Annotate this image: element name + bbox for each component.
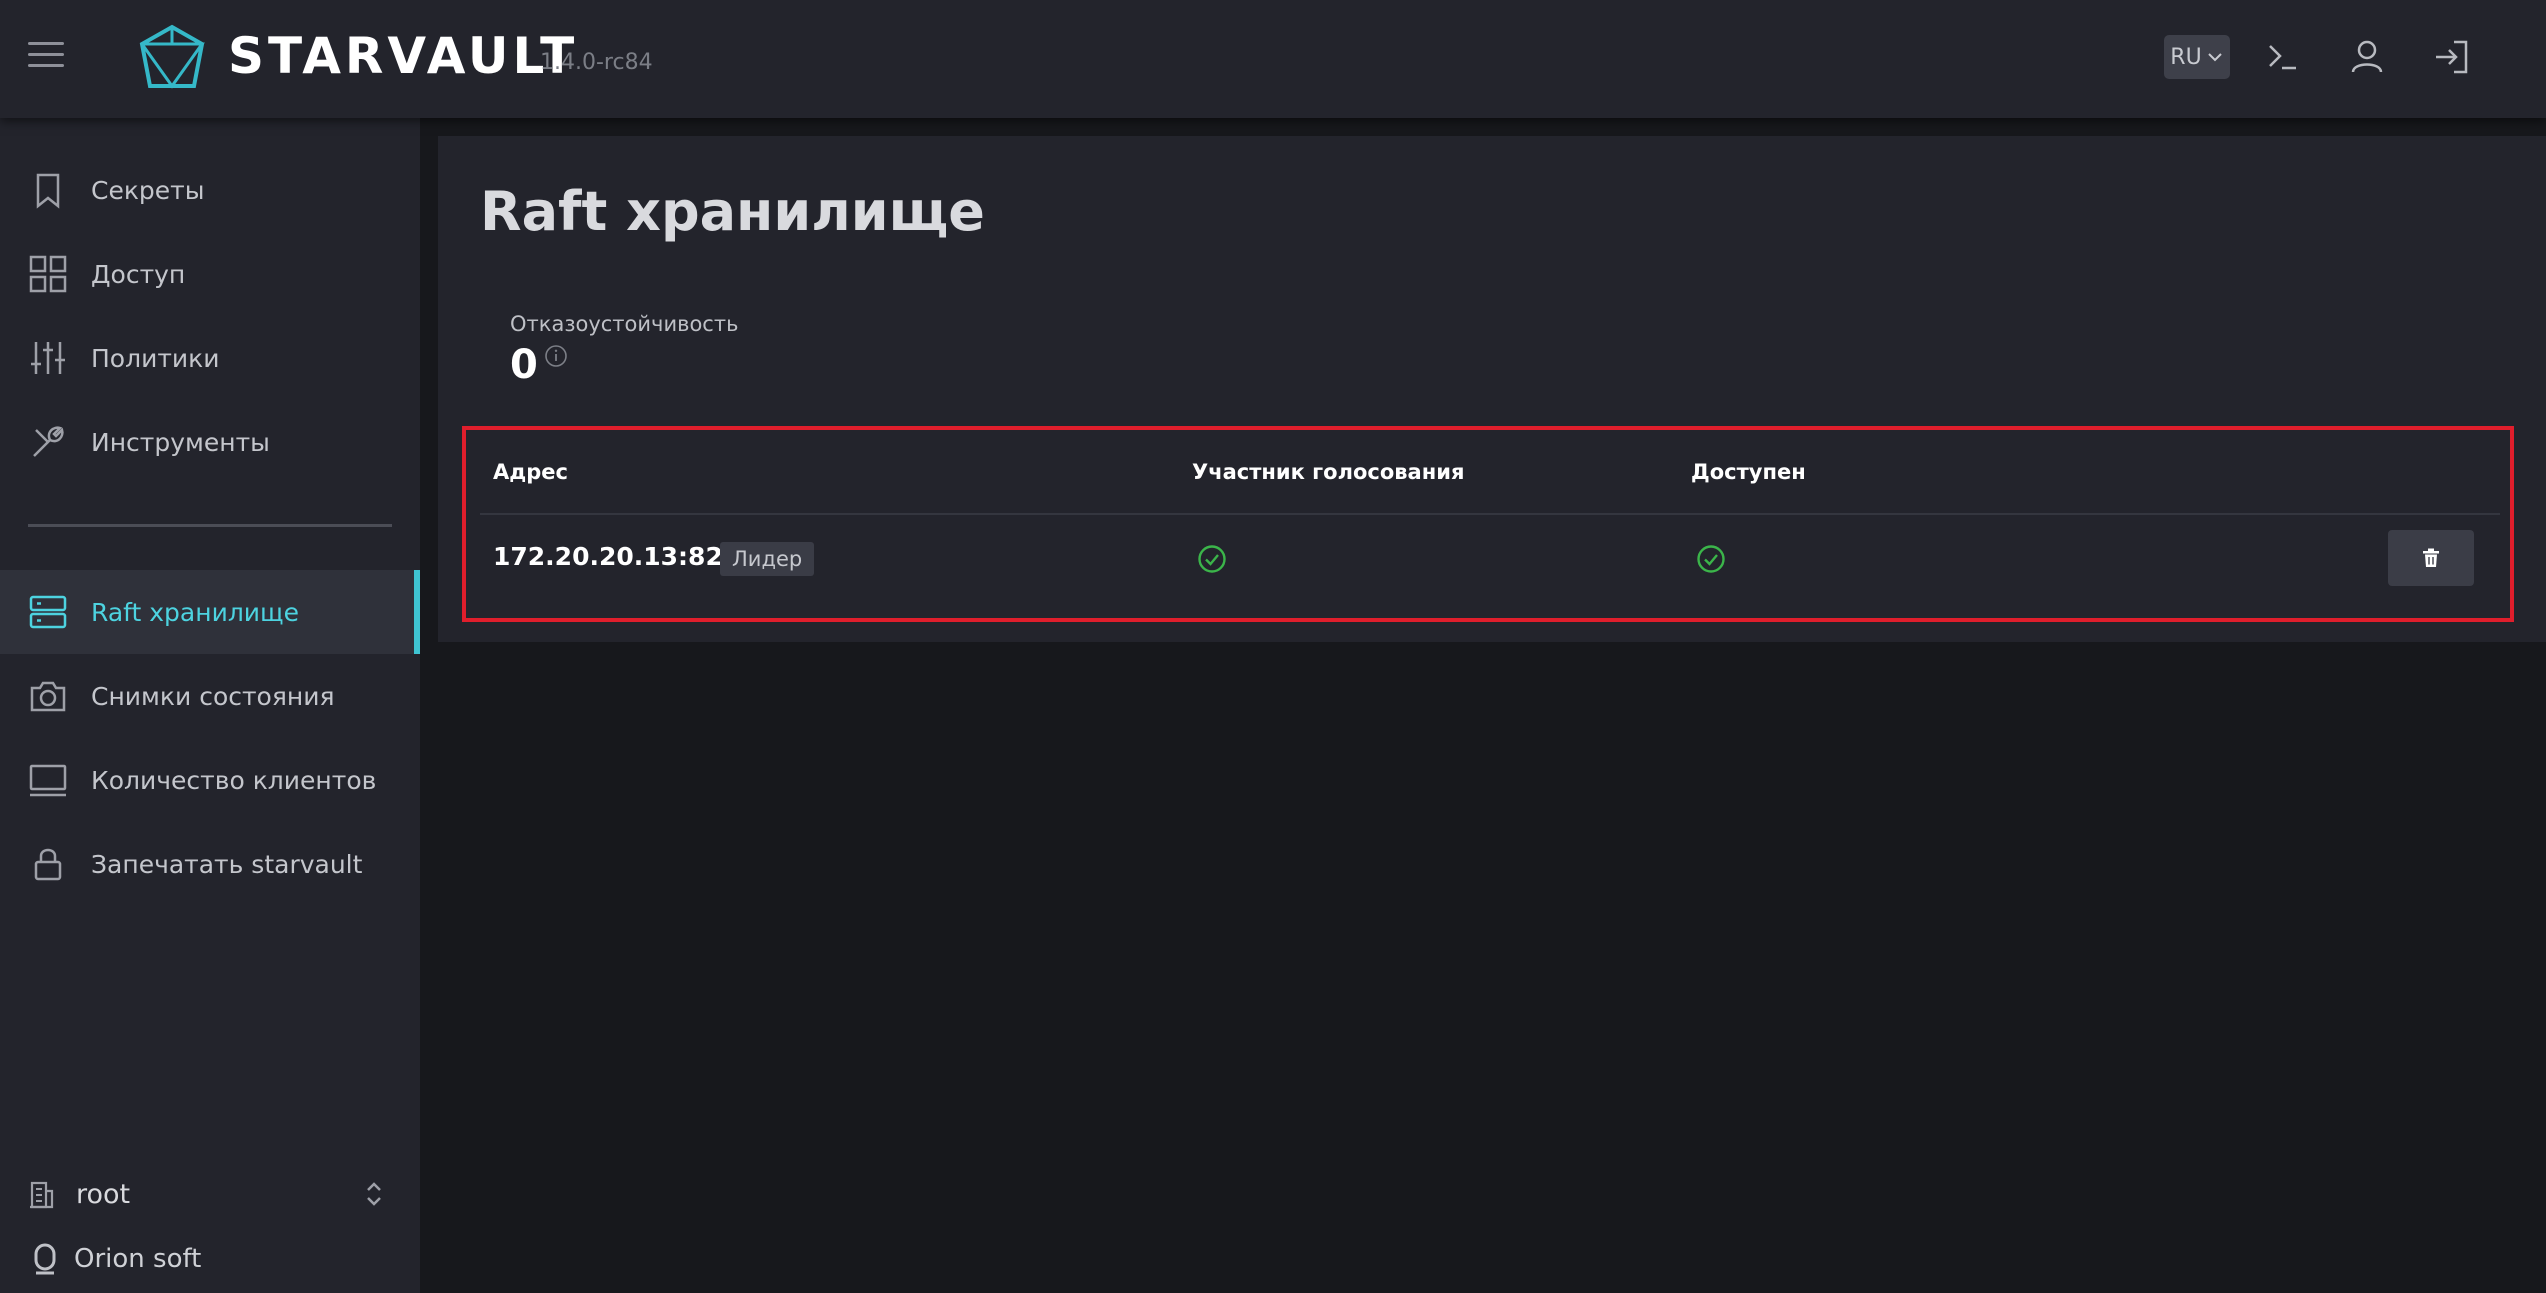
tools-icon [28, 422, 68, 462]
top-header: STARVAULT 1.4.0-rc84 RU [0, 0, 2546, 118]
sidebar-item-tools[interactable]: Инструменты [0, 400, 420, 484]
info-icon[interactable] [544, 344, 568, 368]
healthy-check-icon [1695, 543, 1727, 575]
sidebar-item-secrets[interactable]: Секреты [0, 148, 420, 232]
fault-tolerance-label: Отказоустойчивость [510, 312, 739, 336]
camera-icon [28, 676, 68, 716]
sidebar-item-access[interactable]: Доступ [0, 232, 420, 316]
bookmark-icon [28, 170, 68, 210]
remove-peer-button[interactable] [2388, 530, 2474, 586]
organization: Orion soft [32, 1242, 201, 1276]
sliders-icon [28, 338, 68, 378]
sidebar-item-seal[interactable]: Запечатать starvault [0, 822, 420, 906]
sidebar-item-label: Raft хранилище [91, 597, 299, 627]
column-header-address: Адрес [493, 460, 568, 484]
sidebar-item-label: Количество клиентов [91, 765, 377, 795]
column-header-voter: Участник голосования [1192, 460, 1465, 484]
sidebar-item-label: Инструменты [91, 427, 270, 457]
sidebar-item-label: Секреты [91, 175, 205, 205]
sidebar-item-label: Снимки состояния [91, 681, 335, 711]
sidebar-item-label: Политики [91, 343, 220, 373]
building-icon [30, 1181, 54, 1209]
chevron-up-down-icon [367, 1182, 381, 1206]
user-icon[interactable] [2346, 36, 2388, 78]
logout-icon[interactable] [2430, 36, 2472, 78]
chevron-down-icon [2207, 53, 2222, 62]
grid-icon [28, 254, 68, 294]
leader-badge: Лидер [720, 542, 815, 576]
table-divider [480, 513, 2500, 515]
sidebar-item-raft-storage[interactable]: Raft хранилище [0, 570, 420, 654]
terminal-icon[interactable] [2262, 36, 2304, 78]
sidebar-item-label: Запечатать starvault [91, 849, 363, 879]
language-value: RU [2170, 44, 2202, 70]
node-address: 172.20.20.13:8201 [493, 542, 758, 571]
language-select[interactable]: RU [2164, 35, 2230, 79]
sidebar: Секреты Доступ Политики Инструменты Raft… [0, 118, 420, 1293]
sidebar-item-snapshots[interactable]: Снимки состояния [0, 654, 420, 738]
voter-check-icon [1196, 543, 1228, 575]
namespace-label: root [76, 1178, 131, 1210]
sidebar-item-policies[interactable]: Политики [0, 316, 420, 400]
app-version: 1.4.0-rc84 [540, 50, 653, 75]
lock-icon [28, 844, 68, 884]
trash-icon [2423, 548, 2439, 567]
sidebar-item-label: Доступ [91, 259, 186, 289]
server-icon [28, 592, 68, 632]
namespace-selector[interactable]: root [28, 1170, 388, 1218]
page-title: Raft хранилище [480, 180, 985, 243]
sidebar-item-client-count[interactable]: Количество клиентов [0, 738, 420, 822]
organization-label: Orion soft [74, 1244, 202, 1274]
starvault-logo-icon[interactable] [138, 24, 206, 94]
fault-tolerance-value: 0 [510, 342, 538, 388]
highlight-box [462, 426, 2514, 622]
sidebar-divider [28, 524, 392, 527]
brand-name: STARVAULT [228, 27, 579, 85]
monitor-icon [28, 760, 68, 800]
orion-logo-icon [34, 1243, 56, 1275]
column-header-healthy: Доступен [1691, 460, 1806, 484]
menu-icon[interactable] [28, 42, 68, 74]
